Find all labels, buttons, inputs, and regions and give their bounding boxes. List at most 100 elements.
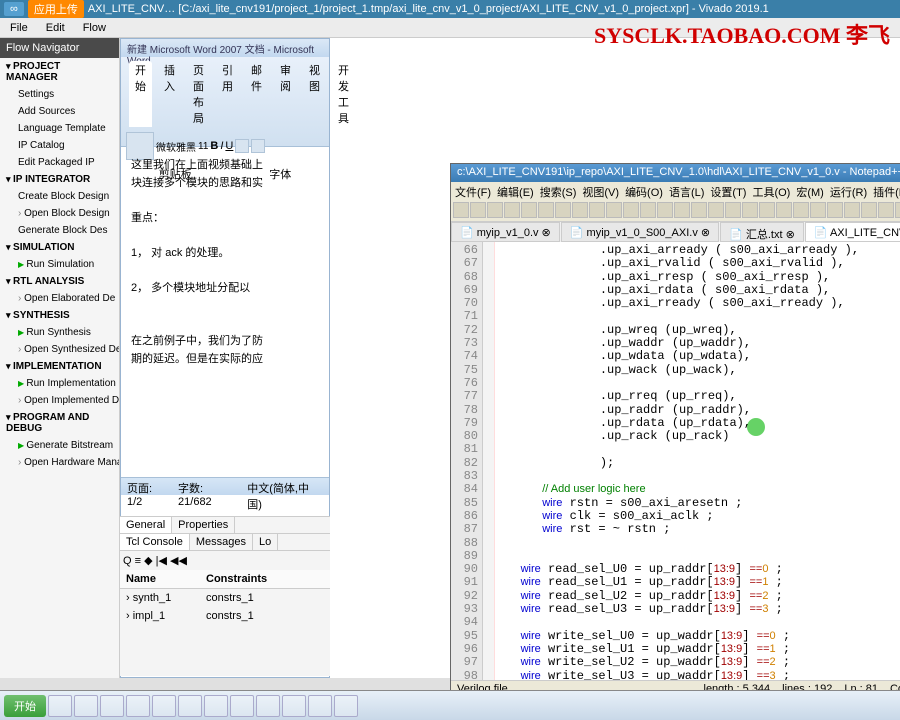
toolbar-icon[interactable] <box>674 202 690 218</box>
nav-group[interactable]: SYNTHESIS <box>0 307 119 324</box>
tb-button-1[interactable]: ∞ <box>4 2 24 16</box>
toolbar-icon[interactable] <box>861 202 877 218</box>
nav-group[interactable]: PROGRAM AND DEBUG <box>0 409 119 437</box>
nav-group[interactable]: PROJECT MANAGER <box>0 58 119 86</box>
toolbar-icon[interactable] <box>538 202 554 218</box>
menu-edit[interactable]: Edit <box>46 22 65 34</box>
code-area[interactable]: .up_axi_arready ( s00_axi_arready ), .up… <box>495 242 900 680</box>
tab-log[interactable]: Lo <box>253 534 278 550</box>
taskbar-item[interactable] <box>126 695 150 717</box>
bold-icon[interactable]: B <box>210 140 218 152</box>
menu-flow[interactable]: Flow <box>83 22 106 34</box>
toolbar-icon[interactable] <box>827 202 843 218</box>
npp-menu-item[interactable]: 工具(O) <box>752 184 790 198</box>
toolbar-icon[interactable] <box>844 202 860 218</box>
npp-menu-item[interactable]: 视图(V) <box>582 184 619 198</box>
nav-group[interactable]: IP INTEGRATOR <box>0 171 119 188</box>
word-tab[interactable]: 视图 <box>303 61 326 127</box>
nav-item[interactable]: IP Catalog <box>0 137 119 154</box>
toolbar-icon[interactable] <box>453 202 469 218</box>
npp-menu-item[interactable]: 运行(R) <box>830 184 867 198</box>
table-row[interactable]: › impl_1constrs_1 <box>120 607 330 625</box>
nav-group[interactable]: RTL ANALYSIS <box>0 273 119 290</box>
align-icon[interactable] <box>251 139 265 153</box>
toolbar-icon[interactable] <box>572 202 588 218</box>
toolbar-icon[interactable] <box>895 202 900 218</box>
nav-item[interactable]: Run Implementation <box>0 375 119 392</box>
toolbar-icon[interactable] <box>708 202 724 218</box>
nav-group[interactable]: SIMULATION <box>0 239 119 256</box>
nav-item[interactable]: Open Block Design <box>0 205 119 222</box>
tab-tcl[interactable]: Tcl Console <box>120 534 190 550</box>
font-name[interactable]: 微软雅黑 <box>156 139 196 154</box>
taskbar-item[interactable] <box>334 695 358 717</box>
npp-menu-item[interactable]: 编码(O) <box>625 184 663 198</box>
word-tab[interactable]: 插入 <box>158 61 181 127</box>
tb-button-2[interactable]: 应用上传 <box>28 0 84 18</box>
underline-icon[interactable]: U <box>225 140 233 152</box>
toolbar-icon[interactable] <box>810 202 826 218</box>
editor-tab[interactable]: 📄 myip_v1_0.v ⊗ <box>451 222 560 242</box>
word-tab[interactable]: 开发工具 <box>332 61 355 127</box>
taskbar-item[interactable] <box>48 695 72 717</box>
font-size[interactable]: 11 <box>198 141 208 152</box>
nav-item[interactable]: Language Template <box>0 120 119 137</box>
nav-item[interactable]: Generate Block Des <box>0 222 119 239</box>
toolbar-icon[interactable] <box>606 202 622 218</box>
npp-menu-item[interactable]: 文件(F) <box>455 184 491 198</box>
nav-item[interactable]: Open Implemented Design <box>0 392 119 409</box>
search-icon[interactable]: Q <box>123 555 132 567</box>
toolbar-icon[interactable] <box>776 202 792 218</box>
taskbar-item[interactable] <box>282 695 306 717</box>
toolbar-icon[interactable] <box>487 202 503 218</box>
taskbar-item[interactable] <box>100 695 124 717</box>
nav-group[interactable]: IMPLEMENTATION <box>0 358 119 375</box>
toolbar-icon[interactable] <box>640 202 656 218</box>
menu-file[interactable]: File <box>10 22 28 34</box>
npp-menu-item[interactable]: 搜索(S) <box>540 184 577 198</box>
paste-icon[interactable] <box>126 132 154 160</box>
nav-item[interactable]: Generate Bitstream <box>0 437 119 454</box>
word-tab[interactable]: 邮件 <box>245 61 268 127</box>
italic-icon[interactable]: I <box>220 140 223 152</box>
toolbar-icon[interactable] <box>470 202 486 218</box>
nav-item[interactable]: Settings <box>0 86 119 103</box>
toolbar-icon[interactable] <box>691 202 707 218</box>
taskbar-item[interactable] <box>204 695 228 717</box>
tab-messages[interactable]: Messages <box>190 534 253 550</box>
taskbar-item[interactable] <box>178 695 202 717</box>
taskbar-item[interactable] <box>230 695 254 717</box>
toolbar-icon[interactable] <box>657 202 673 218</box>
nav-item[interactable]: Open Hardware Manager <box>0 454 119 471</box>
word-document-body[interactable]: 这里我们在上面视频基础上块连接多个模块的思路和实 重点： 1， 对 ack 的处… <box>121 147 329 477</box>
taskbar-item[interactable] <box>256 695 280 717</box>
toolbar-icon[interactable] <box>759 202 775 218</box>
nav-item[interactable]: Run Synthesis <box>0 324 119 341</box>
toolbar-icon[interactable] <box>878 202 894 218</box>
toolbar-icon[interactable] <box>742 202 758 218</box>
npp-menu-item[interactable]: 设置(T) <box>710 184 746 198</box>
list-icon[interactable] <box>235 139 249 153</box>
table-row[interactable]: › synth_1constrs_1 <box>120 589 330 607</box>
npp-menu-item[interactable]: 编辑(E) <box>497 184 534 198</box>
npp-editor[interactable]: 66 67 68 69 70 71 72 73 74 75 76 77 78 7… <box>451 242 900 680</box>
nav-item[interactable]: Open Elaborated De <box>0 290 119 307</box>
toolbar-icon[interactable] <box>504 202 520 218</box>
start-button[interactable]: 开始 <box>4 695 46 717</box>
nav-item[interactable]: Create Block Design <box>0 188 119 205</box>
toolbar-icon[interactable] <box>589 202 605 218</box>
tab-properties[interactable]: Properties <box>172 517 235 533</box>
taskbar-item[interactable] <box>152 695 176 717</box>
toolbar-icon[interactable] <box>555 202 571 218</box>
word-tab[interactable]: 审阅 <box>274 61 297 127</box>
nav-item[interactable]: Open Synthesized De <box>0 341 119 358</box>
word-tab[interactable]: 页面布局 <box>187 61 210 127</box>
npp-menu-item[interactable]: 语言(L) <box>669 184 704 198</box>
word-tab[interactable]: 开始 <box>129 61 152 127</box>
toolbar-icon[interactable] <box>793 202 809 218</box>
word-tab[interactable]: 引用 <box>216 61 239 127</box>
nav-item[interactable]: Run Simulation <box>0 256 119 273</box>
nav-item[interactable]: Add Sources <box>0 103 119 120</box>
toolbar-icon[interactable] <box>725 202 741 218</box>
npp-menu-item[interactable]: 宏(M) <box>796 184 824 198</box>
